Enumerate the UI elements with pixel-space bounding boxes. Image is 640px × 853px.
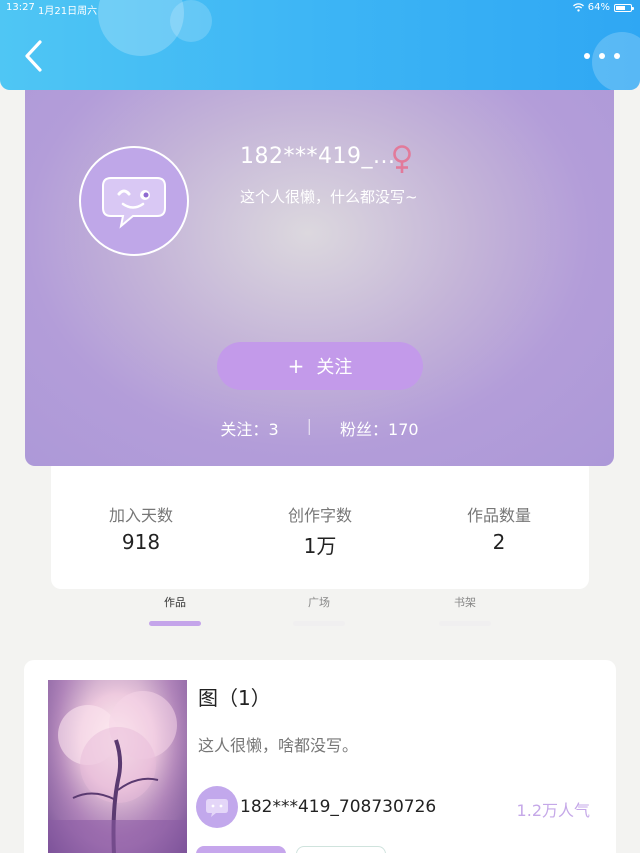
follow-counts: 关注：3 | 粉丝：170 [25,416,614,440]
more-dot [584,53,590,59]
stat-value: 1万 [303,534,337,558]
battery-percent: 64% [587,2,610,13]
stat-word-count: 创作字数 1万 [250,502,390,559]
chevron-left-icon [25,40,42,72]
chat-bubble-icon [206,799,228,817]
stat-value: 2 [492,530,506,554]
work-title: 图（1） [198,686,271,710]
tab-indicator [439,621,491,626]
status-time: 13:27 [6,2,35,13]
stat-label: 加入天数 [108,506,173,525]
profile-card: 182***419_... 这个人很懒，什么都没写~ + 关注 关注：3 | 粉… [25,78,614,466]
wifi-icon [572,3,584,12]
tab-label: 作品 [164,596,186,609]
following-label: 关注： [220,420,269,439]
stat-join-days: 加入天数 918 [71,502,211,554]
back-button[interactable] [20,38,50,74]
plus-icon: + [287,354,305,378]
avatar[interactable] [79,146,189,256]
tab-bookshelf[interactable]: 书架 [425,594,505,626]
tab-indicator [149,621,201,626]
work-description: 这人很懒，啥都没写。 [198,736,359,755]
tab-indicator [293,621,345,626]
stat-label: 创作字数 [287,506,352,525]
status-date: 1月21日周六 [38,6,98,17]
tab-square[interactable]: 广场 [279,594,359,626]
work-card[interactable]: 图（1） 这人很懒，啥都没写。 182***419_708730726 1.2万… [24,660,616,853]
tab-label: 广场 [308,596,330,609]
popularity-count: 1.2万人气 [516,801,590,820]
stat-label: 作品数量 [466,506,531,525]
female-icon [391,144,413,174]
fans-label: 粉丝： [340,420,389,439]
more-dot [599,53,605,59]
follow-button[interactable]: + 关注 [217,342,423,390]
user-bio: 这个人很懒，什么都没写~ [240,188,418,206]
more-button[interactable] [584,48,620,64]
tab-label: 书架 [454,596,476,609]
username: 182***419_... [240,144,396,169]
chat-bubble-avatar-icon [102,177,166,229]
more-dot [614,53,620,59]
follow-label: 关注 [316,357,353,378]
author-name: 182***419_708730726 [240,797,437,817]
stat-value: 918 [121,530,161,554]
author-avatar[interactable] [196,786,238,828]
stat-works-count: 作品数量 2 [429,502,569,554]
tab-works[interactable]: 作品 [135,594,215,626]
work-cover-image[interactable] [48,680,187,853]
counts-divider: | [306,416,313,435]
battery-fill [616,5,625,10]
work-tag[interactable] [196,846,286,853]
fans-value: 170 [388,420,419,439]
stats-card: 加入天数 918 创作字数 1万 作品数量 2 [51,458,589,589]
fans-count[interactable]: 粉丝：170 [340,416,419,440]
following-count[interactable]: 关注：3 [220,416,278,440]
profile-tabs: 作品 广场 书架 [0,594,640,630]
work-tag[interactable] [296,846,386,853]
following-value: 3 [268,420,279,439]
battery-icon [614,3,634,12]
status-bar: 13:27 1月21日周六 64% [0,0,640,17]
